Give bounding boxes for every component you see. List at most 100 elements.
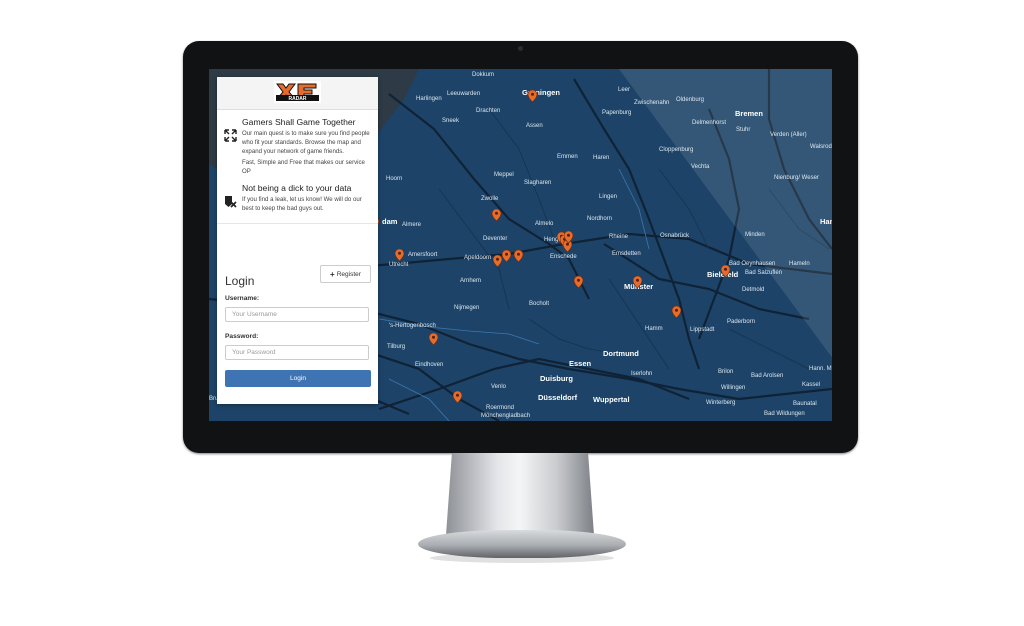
map-pin-icon[interactable] xyxy=(492,209,501,221)
map-label: Dokkum xyxy=(472,72,495,78)
map-label: Hameln xyxy=(789,261,810,267)
map-pin-icon[interactable] xyxy=(502,250,511,262)
map-label: Willingen xyxy=(721,385,746,391)
map-label: Essen xyxy=(569,359,592,368)
map-label: Bocholt xyxy=(529,301,550,307)
feature-title: Gamers Shall Game Together xyxy=(242,117,356,127)
map-label: Utrecht xyxy=(389,262,409,268)
map-label: Bad Oeynhausen xyxy=(729,261,776,267)
feature-title: Not being a dick to your data xyxy=(242,183,352,193)
map-label: Papenburg xyxy=(602,110,632,116)
map-label: Minden xyxy=(745,232,765,238)
plus-icon: + xyxy=(330,269,335,279)
feature-body: Our main quest is to make sure you find … xyxy=(242,130,370,155)
map-pin-icon[interactable] xyxy=(633,276,642,288)
map-label: Bad Wildungen xyxy=(764,411,805,417)
map-label: Drachten xyxy=(476,108,501,114)
map-pin-icon[interactable] xyxy=(395,249,404,261)
map-label: Roermond xyxy=(486,405,515,411)
monitor-bezel: Groningen Leeuwarden Harlingen Dokkum Dracht… xyxy=(183,41,858,453)
map-label: Apeldoorn xyxy=(464,255,492,261)
intro-login-panel: RADAR Gamers Shall Game Together Our mai… xyxy=(217,77,378,404)
monitor-stand-base xyxy=(418,530,626,558)
login-button[interactable]: Login xyxy=(225,370,371,387)
map-label: Paderborn xyxy=(727,319,756,325)
map-label: Lingen xyxy=(599,194,618,200)
map-label: Verden (Aller) xyxy=(770,132,807,138)
map-pin-icon[interactable] xyxy=(574,276,583,288)
map-label: Meppel xyxy=(494,172,514,178)
feature-data: Not being a dick to your data If you fin… xyxy=(217,183,378,213)
map-pin-icon[interactable] xyxy=(721,265,730,277)
map-label: Baunatal xyxy=(793,401,817,407)
map-label: Deventer xyxy=(483,236,508,242)
map-label: Düsseldorf xyxy=(538,393,578,402)
map-pin-icon[interactable] xyxy=(493,255,502,267)
webcam xyxy=(518,46,523,51)
expand-arrows-icon xyxy=(224,129,237,142)
map-label: Dortmund xyxy=(603,349,639,358)
logo-bar: RADAR xyxy=(217,77,378,110)
login-button-label: Login xyxy=(290,375,306,382)
map-label: Rheine xyxy=(609,234,629,240)
password-input[interactable]: Your Password xyxy=(225,345,369,360)
map-pin-icon[interactable] xyxy=(564,231,573,243)
login-title: Login xyxy=(225,274,255,288)
map-label: Oldenburg xyxy=(676,97,705,103)
username-input[interactable]: Your Username xyxy=(225,307,369,322)
map-label: Leer xyxy=(618,87,631,93)
map-label: Emmen xyxy=(557,154,578,160)
map-label: Assen xyxy=(526,123,543,129)
map-label: Eindhoven xyxy=(415,362,444,368)
feature-body: If you find a leak, let us know! We will… xyxy=(242,196,362,212)
map-pin-icon[interactable] xyxy=(514,250,523,262)
register-label: Register xyxy=(336,270,361,278)
map-label: Bad Salzuflen xyxy=(745,270,783,276)
map-label: Zwolle xyxy=(481,196,499,202)
map-label: Almelo xyxy=(535,221,554,227)
map-label: Leeuwarden xyxy=(447,91,481,97)
map-label: Hamm xyxy=(645,326,663,332)
map-label: Osnabrück xyxy=(660,233,690,239)
map-label: Hoorn xyxy=(386,176,403,182)
map-label: Amersfoort xyxy=(408,252,438,258)
map-label: Vechta xyxy=(691,164,710,170)
map-label: Han xyxy=(820,217,832,226)
shield-x-icon xyxy=(225,196,237,208)
map-pin-icon[interactable] xyxy=(672,306,681,318)
brand-logo: RADAR xyxy=(274,81,321,103)
map-pin-icon[interactable] xyxy=(429,333,438,345)
map-label: dam xyxy=(382,217,398,226)
map-label: Emsdetten xyxy=(612,251,641,257)
map-label: Nordhorn xyxy=(587,216,613,222)
map-label: Tilburg xyxy=(387,344,406,350)
map-label: Venlo xyxy=(491,384,507,390)
map-label: Enschede xyxy=(550,254,577,260)
map-label: Almere xyxy=(402,222,422,228)
map-label: Nijmegen xyxy=(454,305,480,311)
map-label: Iserlohn xyxy=(631,371,653,377)
map-pin-icon[interactable] xyxy=(528,90,537,102)
map-label: Delmenhorst xyxy=(692,120,727,126)
map-label: Bad Arolsen xyxy=(751,373,784,379)
feature-body-2: Fast, Simple and Free that makes our ser… xyxy=(242,159,365,175)
map-label: Wuppertal xyxy=(593,395,630,404)
map-label: Brilon xyxy=(718,369,734,375)
map-label: 's-Hertogenbosch xyxy=(389,323,436,329)
map-label: Cloppenburg xyxy=(659,147,694,153)
map-label: Arnhem xyxy=(460,278,482,284)
password-label: Password: xyxy=(225,333,259,340)
map-label: Slagharen xyxy=(524,180,552,186)
map-label: Stuhr xyxy=(736,127,751,133)
map-pin-icon[interactable] xyxy=(453,391,462,403)
map-label: Duisburg xyxy=(540,374,573,383)
map-label: Kassel xyxy=(802,382,821,388)
monitor-screen: Groningen Leeuwarden Harlingen Dokkum Dracht… xyxy=(209,69,832,421)
register-button[interactable]: + Register xyxy=(320,265,371,283)
map-label: Nienburg/ Weser xyxy=(774,175,819,181)
map-label: Haren xyxy=(593,155,610,161)
map-label: Walsrod xyxy=(810,144,832,150)
map-label: Detmold xyxy=(742,287,765,293)
username-label: Username: xyxy=(225,295,260,302)
map-label: Bremen xyxy=(735,109,763,118)
